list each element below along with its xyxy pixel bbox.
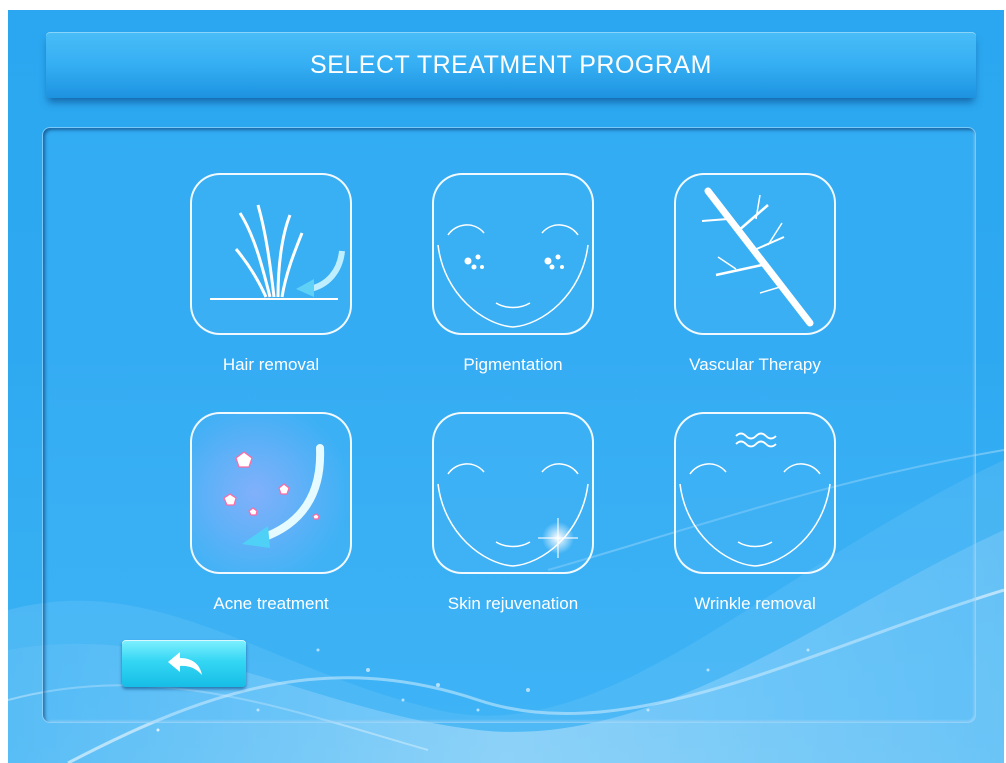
acne-treatment-label: Acne treatment	[213, 594, 329, 613]
hair-removal-icon	[210, 204, 345, 300]
acne-treatment-icon	[192, 414, 350, 572]
wrinkle-removal-label: Wrinkle removal	[694, 594, 816, 613]
skin-rejuvenation-label: Skin rejuvenation	[447, 594, 579, 613]
acne-treatment-button[interactable]	[190, 412, 352, 574]
hair-removal-label: Hair removal	[222, 355, 320, 374]
vascular-branch-icon	[701, 187, 814, 327]
pigmentation-label: Pigmentation	[463, 355, 563, 374]
vascular-therapy-button[interactable]	[674, 173, 836, 335]
wrinkle-face-icon	[679, 432, 831, 567]
screen: SELECT TREATMENT PROGRAM Hair removal Pi…	[8, 10, 1004, 763]
hair-removal-button[interactable]	[190, 173, 352, 335]
vascular-therapy-label: Vascular Therapy	[689, 355, 821, 374]
skin-rejuvenation-face-icon	[437, 463, 589, 567]
pigmentation-button[interactable]	[432, 173, 594, 335]
wrinkle-removal-button[interactable]	[674, 412, 836, 574]
page-title: SELECT TREATMENT PROGRAM	[310, 51, 712, 79]
back-arrow-icon	[168, 652, 202, 675]
pigmentation-face-icon	[437, 224, 589, 328]
title-bar: SELECT TREATMENT PROGRAM	[46, 32, 976, 98]
skin-rejuvenation-button[interactable]	[432, 412, 594, 574]
back-button[interactable]	[122, 640, 246, 687]
